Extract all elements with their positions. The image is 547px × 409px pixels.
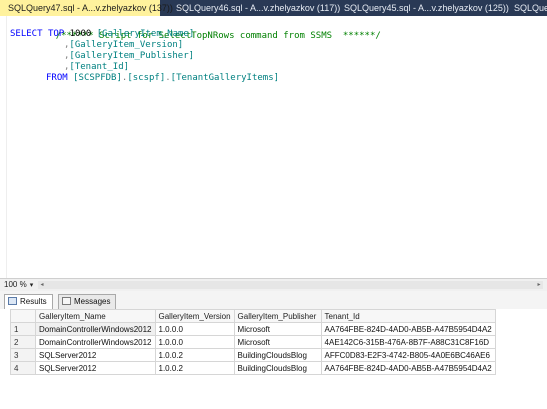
scroll-left-icon[interactable]: ◂	[38, 281, 46, 289]
tab-sqlquery47[interactable]: SQLQuery47.sql - A...v.zhelyazkov (137))…	[0, 0, 184, 16]
row-number[interactable]: 1	[10, 322, 36, 336]
column-header[interactable]: GalleryItem_Publisher	[233, 309, 322, 323]
tab-sqlquery4[interactable]: SQLQuery4	[506, 0, 547, 16]
grid-cell[interactable]: 1.0.0.0	[154, 322, 235, 336]
results-grid: GalleryItem_Name GalleryItem_Version Gal…	[10, 309, 496, 375]
grid-cell[interactable]: Microsoft	[233, 322, 322, 336]
row-number[interactable]: 2	[10, 335, 36, 349]
tab-results-label: Results	[20, 297, 47, 306]
chevron-down-icon: ▾	[29, 282, 34, 289]
grid-icon	[8, 297, 17, 305]
zoom-level: 100 %	[4, 280, 27, 289]
grid-cell[interactable]: 1.0.0.2	[154, 348, 235, 362]
tab-messages-label: Messages	[74, 297, 111, 306]
grid-cell[interactable]: AA764FBE-824D-4AD0-AB5B-A47B5954D4A2	[320, 361, 496, 375]
column-identifier: [GalleryItem_Publisher]	[69, 51, 195, 61]
grid-cell[interactable]: 4AE142C6-315B-476A-8B7F-A88C31C8F16D	[320, 335, 496, 349]
grid-cell[interactable]: 1.0.0.2	[154, 361, 235, 375]
code-line-from: FROM [SCSPFDB].[scspf].[TenantGalleryIte…	[46, 72, 279, 84]
row-number[interactable]: 4	[10, 361, 36, 375]
row-number[interactable]: 3	[10, 348, 36, 362]
grid-cell[interactable]: Microsoft	[233, 335, 322, 349]
top-count: 1000	[69, 29, 92, 39]
grid-cell[interactable]: 1.0.0.0	[154, 335, 235, 349]
grid-cell[interactable]: BuildingCloudsBlog	[233, 348, 322, 362]
tab-label: SQLQuery47.sql - A...v.zhelyazkov (137))	[8, 3, 173, 13]
results-tab-strip: Results Messages	[0, 291, 547, 310]
scroll-right-icon[interactable]: ▸	[535, 281, 543, 289]
select-keyword: SELECT	[10, 29, 43, 39]
grid-header-row: GalleryItem_Name GalleryItem_Version Gal…	[10, 309, 496, 323]
tab-label: SQLQuery46.sql - A...v.zhelyazkov (117))	[176, 3, 341, 13]
tab-results[interactable]: Results	[4, 294, 53, 310]
message-icon	[62, 297, 71, 305]
from-keyword: FROM	[46, 73, 68, 83]
table-row[interactable]: 1 DomainControllerWindows2012 1.0.0.0 Mi…	[10, 322, 496, 336]
column-identifier: [GalleryItem_Name]	[96, 29, 195, 39]
editor-margin	[0, 16, 7, 278]
column-header[interactable]: Tenant_Id	[320, 309, 496, 323]
horizontal-scrollbar[interactable]: ◂ ▸	[38, 281, 543, 289]
grid-cell[interactable]: DomainControllerWindows2012	[35, 322, 156, 336]
column-identifier: [Tenant_Id]	[69, 62, 130, 72]
tab-label: SQLQuery4	[514, 3, 547, 13]
document-tab-strip: SQLQuery47.sql - A...v.zhelyazkov (137))…	[0, 0, 547, 16]
table-row[interactable]: 2 DomainControllerWindows2012 1.0.0.0 Mi…	[10, 335, 496, 349]
query-editor[interactable]: /****** Script for SelectTopNRows comman…	[0, 16, 547, 278]
grid-cell[interactable]: BuildingCloudsBlog	[233, 361, 322, 375]
column-header[interactable]: GalleryItem_Name	[35, 309, 156, 323]
grid-cell[interactable]: DomainControllerWindows2012	[35, 335, 156, 349]
row-number-header[interactable]	[10, 309, 36, 323]
grid-cell[interactable]: AA764FBE-824D-4AD0-AB5B-A47B5954D4A2	[320, 322, 496, 336]
grid-cell[interactable]: AFFC0D83-E2F3-4742-B805-4A0E6BC46AE6	[320, 348, 496, 362]
column-header[interactable]: GalleryItem_Version	[154, 309, 235, 323]
grid-cell[interactable]: SQLServer2012	[35, 361, 156, 375]
schema-identifier: [scspf]	[127, 73, 166, 83]
zoom-dropdown[interactable]: 100 % ▾	[4, 279, 33, 291]
column-identifier: [GalleryItem_Version]	[69, 40, 184, 50]
tab-label: SQLQuery45.sql - A...v.zhelyazkov (125))	[344, 3, 509, 13]
results-grid-area: GalleryItem_Name GalleryItem_Version Gal…	[0, 309, 547, 409]
table-identifier: [TenantGalleryItems]	[170, 73, 280, 83]
editor-status-bar: 100 % ▾ ◂ ▸	[0, 278, 547, 291]
tab-messages[interactable]: Messages	[58, 294, 117, 309]
tab-sqlquery46[interactable]: SQLQuery46.sql - A...v.zhelyazkov (117))	[168, 0, 344, 16]
database-identifier: [SCSPFDB]	[73, 73, 122, 83]
table-row[interactable]: 3 SQLServer2012 1.0.0.2 BuildingCloudsBl…	[10, 348, 496, 362]
tab-sqlquery45[interactable]: SQLQuery45.sql - A...v.zhelyazkov (125))	[336, 0, 514, 16]
top-keyword: TOP	[47, 29, 65, 39]
table-row[interactable]: 4 SQLServer2012 1.0.0.2 BuildingCloudsBl…	[10, 361, 496, 375]
grid-cell[interactable]: SQLServer2012	[35, 348, 156, 362]
